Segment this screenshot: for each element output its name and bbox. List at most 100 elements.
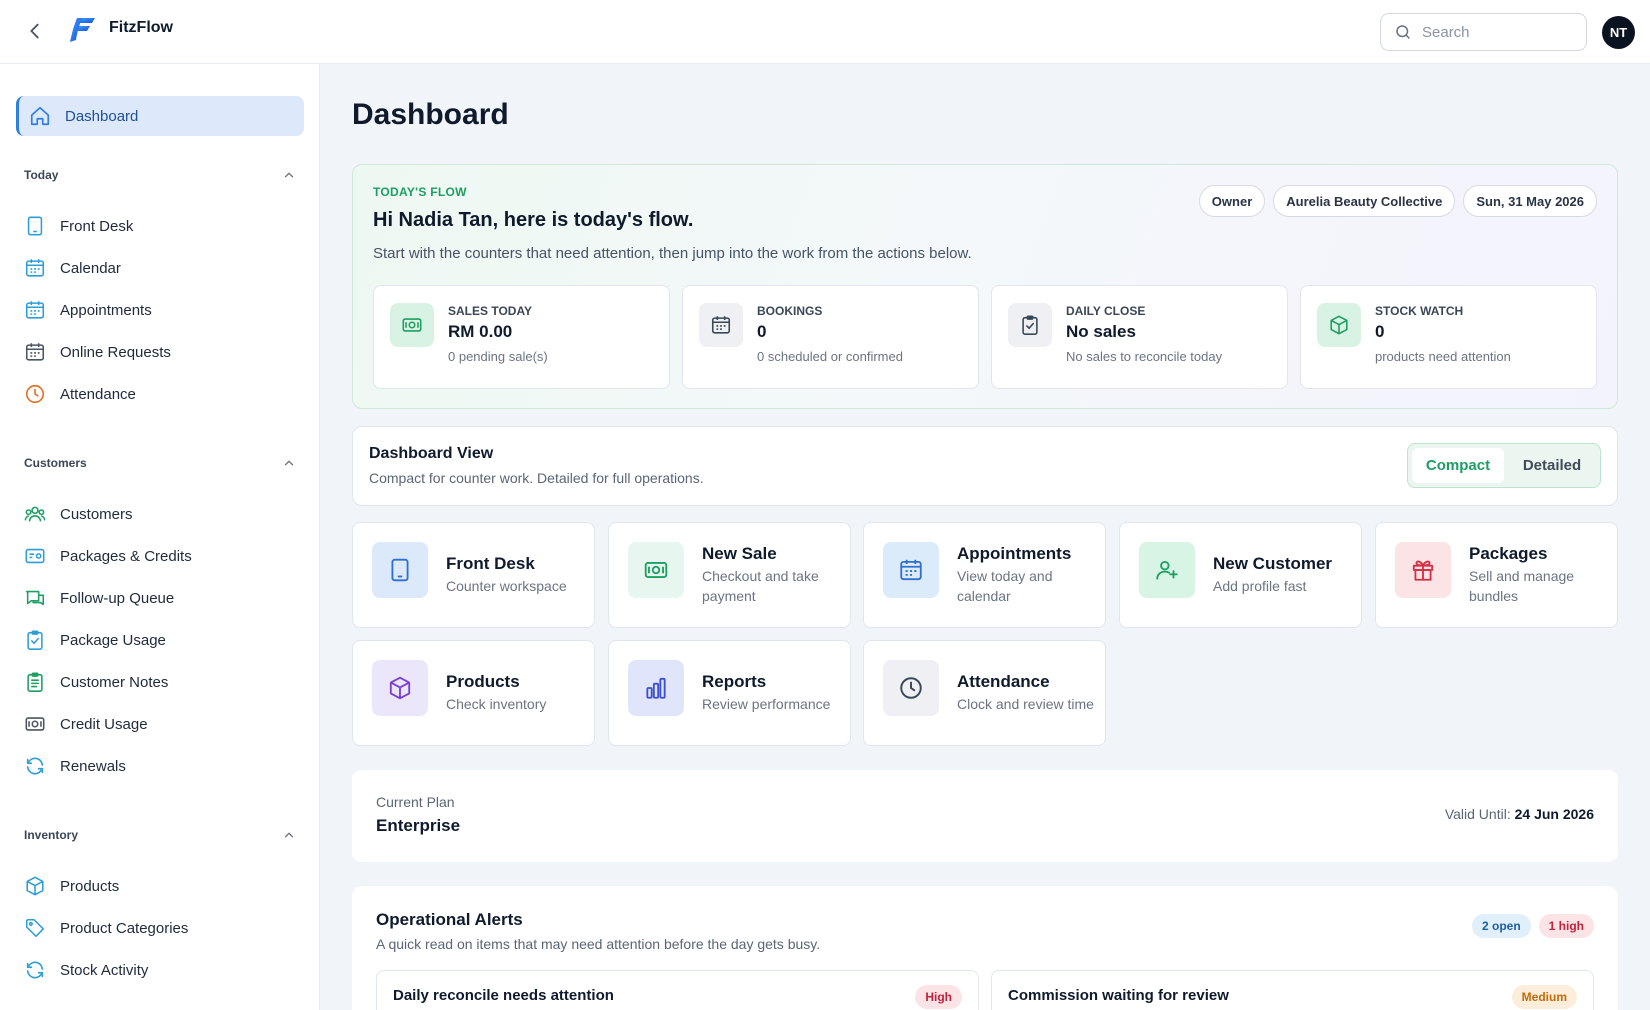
sidebar-item-label: Customers [60, 505, 133, 523]
compact-toggle-button[interactable]: Compact [1412, 448, 1504, 483]
calendar-icon [883, 542, 939, 598]
clipboard-list-icon [24, 671, 46, 693]
search-input[interactable] [1422, 23, 1572, 41]
current-plan-panel: Current Plan Enterprise Valid Until: 24 … [352, 770, 1618, 862]
quick-action-new-customer[interactable]: New Customer Add profile fast [1119, 522, 1362, 628]
view-toggle: Compact Detailed [1407, 443, 1601, 488]
stat-label: STOCK WATCH [1375, 304, 1464, 318]
alerts-badges: 2 open 1 high [1471, 914, 1594, 938]
home-icon [29, 105, 51, 127]
quick-action-subtitle: Clock and review time [957, 696, 1094, 712]
section-header-today[interactable]: Today [24, 168, 296, 182]
quick-action-reports[interactable]: Reports Review performance [608, 640, 851, 746]
sidebar-item-label: Front Desk [60, 217, 134, 235]
stat-card-stock-watch[interactable]: STOCK WATCH 0 products need attention [1300, 285, 1597, 389]
sidebar-item-package-usage[interactable]: Package Usage [24, 624, 296, 656]
quick-action-subtitle: Review performance [702, 696, 831, 712]
back-icon[interactable] [24, 20, 46, 42]
sidebar-item-customer-notes[interactable]: Customer Notes [24, 666, 296, 698]
quick-action-subtitle: View today and calendar [957, 568, 1053, 604]
alert-card[interactable]: Commission waiting for review Medium [991, 970, 1594, 1010]
calendar-icon [24, 341, 46, 363]
calendar-icon [699, 303, 743, 347]
open-count-badge: 2 open [1471, 914, 1531, 938]
clipboard-check-icon [1008, 303, 1052, 347]
date-chip: Sun, 31 May 2026 [1463, 185, 1597, 217]
top-bar: FitzFlow NT [0, 0, 1650, 64]
alert-title: Commission waiting for review [1008, 987, 1229, 1004]
sidebar-item-label: Renewals [60, 757, 126, 775]
clock-icon [24, 383, 46, 405]
quick-action-subtitle: Counter workspace [446, 578, 567, 594]
box-icon [372, 660, 428, 716]
sidebar-item-attendance[interactable]: Attendance [24, 378, 296, 410]
calendar-icon [24, 257, 46, 279]
calendar-icon [24, 299, 46, 321]
tablet-icon [24, 215, 46, 237]
tag-icon [24, 917, 46, 939]
sidebar-item-front-desk[interactable]: Front Desk [24, 210, 296, 242]
section-title: Inventory [24, 828, 79, 842]
section-header-inventory[interactable]: Inventory [24, 828, 296, 842]
sidebar-item-customers[interactable]: Customers [24, 498, 296, 530]
quick-action-title: Reports [702, 672, 767, 691]
business-chip: Aurelia Beauty Collective [1273, 185, 1456, 217]
alert-card[interactable]: Daily reconcile needs attention High [376, 970, 979, 1010]
context-chips: Owner Aurelia Beauty Collective Sun, 31 … [1198, 185, 1597, 217]
valid-until-date: 24 Jun 2026 [1514, 806, 1594, 822]
sidebar-item-credit-usage[interactable]: Credit Usage [24, 708, 296, 740]
quick-action-title: Attendance [957, 672, 1050, 691]
plan-valid-until: Valid Until: 24 Jun 2026 [1445, 806, 1594, 822]
stat-card-bookings[interactable]: BOOKINGS 0 0 scheduled or confirmed [682, 285, 979, 389]
sidebar-item-label: Stock Activity [60, 961, 149, 979]
sidebar-item-label: Package Usage [60, 631, 166, 649]
flow-subtitle: Start with the counters that need attent… [373, 245, 972, 262]
sidebar-item-calendar[interactable]: Calendar [24, 252, 296, 284]
quick-action-title: New Customer [1213, 554, 1333, 573]
stat-card-sales-today[interactable]: SALES TODAY RM 0.00 0 pending sale(s) [373, 285, 670, 389]
quick-action-subtitle: Add profile fast [1213, 578, 1307, 594]
quick-action-title: Front Desk [446, 554, 535, 573]
sidebar-item-stock-activity[interactable]: Stock Activity [24, 954, 296, 986]
chat-icon [24, 587, 46, 609]
quick-action-front-desk[interactable]: Front Desk Counter workspace [352, 522, 595, 628]
users-icon [24, 503, 46, 525]
gift-icon [1395, 542, 1451, 598]
chevron-up-icon[interactable] [282, 456, 296, 470]
chevron-up-icon[interactable] [282, 828, 296, 842]
stat-note: No sales to reconcile today [1066, 349, 1223, 364]
sidebar-item-online-requests[interactable]: Online Requests [24, 336, 296, 368]
sidebar-item-label: Calendar [60, 259, 121, 277]
search-box[interactable] [1380, 13, 1587, 51]
quick-action-new-sale[interactable]: New Sale Checkout and take payment [608, 522, 851, 628]
alert-title: Daily reconcile needs attention [393, 987, 614, 1004]
sidebar-item-appointments[interactable]: Appointments [24, 294, 296, 326]
quick-action-packages[interactable]: Packages Sell and manage bundles [1375, 522, 1618, 628]
sidebar-item-products[interactable]: Products [24, 870, 296, 902]
role-chip: Owner [1198, 185, 1266, 217]
view-title: Dashboard View [369, 445, 494, 462]
sidebar-item-packages-credits[interactable]: Packages & Credits [24, 540, 296, 572]
chevron-up-icon[interactable] [282, 168, 296, 182]
quick-action-products[interactable]: Products Check inventory [352, 640, 595, 746]
flow-greeting: Hi Nadia Tan, here is today's flow. [373, 209, 694, 231]
user-avatar[interactable]: NT [1602, 16, 1635, 49]
sidebar-item-renewals[interactable]: Renewals [24, 750, 296, 782]
quick-action-attendance[interactable]: Attendance Clock and review time [863, 640, 1106, 746]
refresh-icon [24, 959, 46, 981]
stat-value: RM 0.00 [448, 322, 513, 341]
quick-action-subtitle: Check inventory [446, 696, 547, 712]
sidebar-item-label: Product Categories [60, 919, 189, 937]
detailed-toggle-button[interactable]: Detailed [1508, 448, 1596, 483]
sidebar-item-label: Dashboard [65, 107, 139, 125]
plan-name: Enterprise [376, 816, 461, 835]
sidebar-item-product-categories[interactable]: Product Categories [24, 912, 296, 944]
quick-action-subtitle: Checkout and take payment [702, 568, 819, 604]
stat-value: 0 [1375, 322, 1385, 341]
fitzflow-logo-icon[interactable] [68, 16, 98, 44]
quick-action-appointments[interactable]: Appointments View today and calendar [863, 522, 1106, 628]
stat-card-daily-close[interactable]: DAILY CLOSE No sales No sales to reconci… [991, 285, 1288, 389]
section-header-customers[interactable]: Customers [24, 456, 296, 470]
sidebar-item-dashboard[interactable]: Dashboard [16, 96, 304, 136]
sidebar-item-follow-up-queue[interactable]: Follow-up Queue [24, 582, 296, 614]
